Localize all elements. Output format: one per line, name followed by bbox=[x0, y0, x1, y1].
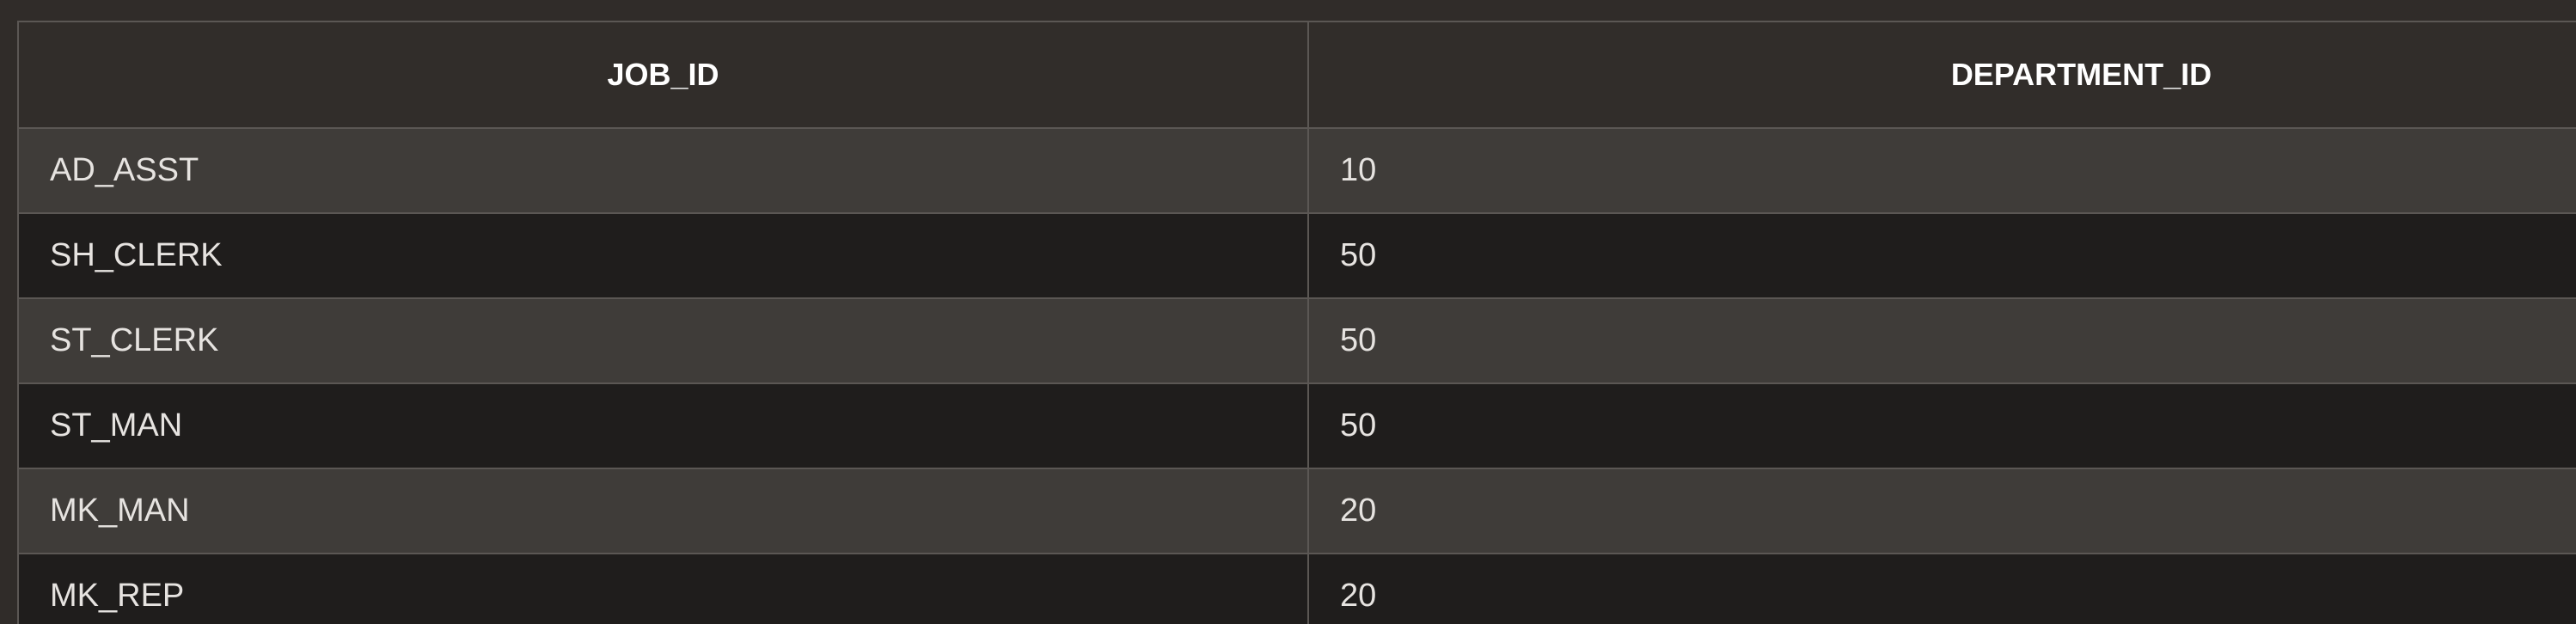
table-row: ST_MAN 50 bbox=[17, 382, 2576, 469]
cell-job-id[interactable]: MK_REP bbox=[17, 553, 1309, 624]
cell-department-id[interactable]: 50 bbox=[1307, 212, 2576, 299]
query-results-panel: JOB_ID DEPARTMENT_ID AD_ASST 10 SH_CLERK… bbox=[17, 21, 2576, 624]
table-header-row: JOB_ID DEPARTMENT_ID bbox=[17, 21, 2576, 129]
cell-job-id[interactable]: SH_CLERK bbox=[17, 212, 1309, 299]
cell-job-id[interactable]: ST_MAN bbox=[17, 382, 1309, 469]
cell-department-id[interactable]: 10 bbox=[1307, 127, 2576, 214]
cell-job-id[interactable]: ST_CLERK bbox=[17, 297, 1309, 384]
cell-job-id[interactable]: MK_MAN bbox=[17, 468, 1309, 554]
table-row: MK_MAN 20 bbox=[17, 468, 2576, 554]
table-row: SH_CLERK 50 bbox=[17, 212, 2576, 299]
cell-department-id[interactable]: 20 bbox=[1307, 468, 2576, 554]
cell-department-id[interactable]: 20 bbox=[1307, 553, 2576, 624]
column-header-department-id[interactable]: DEPARTMENT_ID bbox=[1307, 21, 2576, 129]
table-row: ST_CLERK 50 bbox=[17, 297, 2576, 384]
cell-department-id[interactable]: 50 bbox=[1307, 297, 2576, 384]
cell-department-id[interactable]: 50 bbox=[1307, 382, 2576, 469]
column-header-job-id[interactable]: JOB_ID bbox=[17, 21, 1309, 129]
cell-job-id[interactable]: AD_ASST bbox=[17, 127, 1309, 214]
results-table: JOB_ID DEPARTMENT_ID AD_ASST 10 SH_CLERK… bbox=[17, 21, 2576, 624]
table-row: MK_REP 20 bbox=[17, 553, 2576, 624]
table-row: AD_ASST 10 bbox=[17, 127, 2576, 214]
